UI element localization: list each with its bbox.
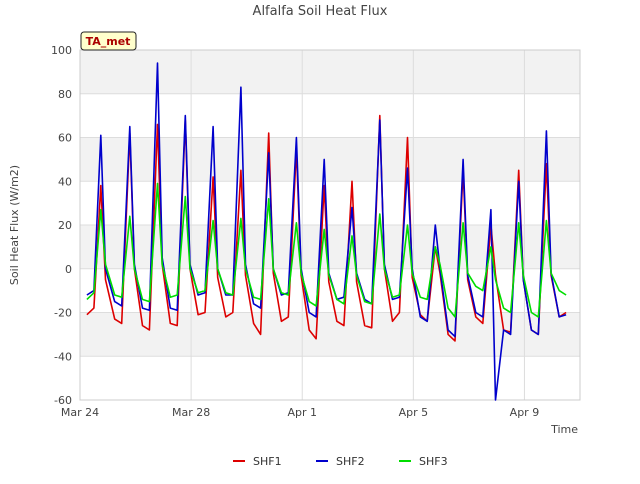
y-tick-label: -20 (54, 307, 72, 320)
y-tick-label: 0 (65, 263, 72, 276)
x-tick-label: Apr 9 (510, 406, 540, 419)
y-tick-label: 60 (58, 132, 72, 145)
y-tick-label: -40 (54, 350, 72, 363)
plot-band (80, 312, 580, 357)
legend-label-shf2: SHF2 (336, 455, 365, 468)
plot-band (80, 356, 580, 400)
soil-heat-flux-chart: Alfalfa Soil Heat Flux -60-40-2002040608… (0, 0, 640, 480)
chart-title: Alfalfa Soil Heat Flux (253, 4, 388, 19)
annotation-label: TA_met (86, 35, 131, 48)
x-axis-label: Time (550, 423, 578, 436)
plot-band (80, 50, 580, 94)
legend-label-shf3: SHF3 (419, 455, 448, 468)
x-tick-label: Mar 24 (61, 406, 99, 419)
y-tick-label: 100 (51, 44, 72, 57)
x-tick-label: Mar 28 (172, 406, 210, 419)
y-tick-label: 40 (58, 175, 72, 188)
x-tick-label: Apr 1 (287, 406, 317, 419)
x-tick-label: Apr 5 (399, 406, 429, 419)
legend-label-shf1: SHF1 (253, 455, 282, 468)
y-tick-label: 20 (58, 219, 72, 232)
y-tick-label: 80 (58, 88, 72, 101)
y-axis-label: Soil Heat Flux (W/m2) (8, 165, 21, 285)
annotation-box: TA_met (80, 31, 137, 51)
